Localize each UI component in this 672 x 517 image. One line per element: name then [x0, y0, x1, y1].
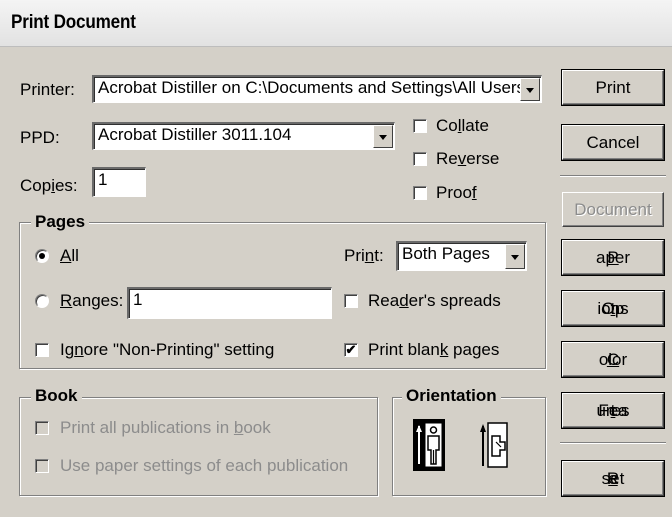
- chevron-down-icon[interactable]: [373, 125, 393, 148]
- collate-checkbox[interactable]: [413, 119, 427, 133]
- print-scope-label: Print:: [344, 246, 384, 265]
- ppd-select[interactable]: Acrobat Distiller 3011.104: [92, 122, 395, 150]
- book-group: [19, 397, 378, 496]
- options-button[interactable]: Op t ions: [562, 291, 664, 326]
- printer-label: Printer:: [20, 80, 75, 99]
- ranges-input[interactable]: 1: [127, 287, 332, 319]
- title-bar: Print Document: [0, 0, 672, 47]
- reverse-checkbox[interactable]: [413, 152, 427, 166]
- paper-button[interactable]: Paper: [562, 240, 664, 275]
- print-all-publications-checkbox[interactable]: [35, 421, 49, 435]
- ranges-radio[interactable]: [35, 294, 49, 308]
- print-scope-select[interactable]: Both Pages: [396, 241, 527, 271]
- ppd-value: Acrobat Distiller 3011.104: [98, 125, 292, 144]
- print-blank-checkbox[interactable]: ✔: [344, 343, 358, 357]
- chevron-down-icon[interactable]: [505, 244, 525, 269]
- copies-label: Copies:: [20, 176, 78, 195]
- print-button[interactable]: Print: [562, 70, 664, 105]
- reset-button[interactable]: Re set: [562, 461, 664, 496]
- print-all-publications-label: Print all publications in book: [60, 418, 271, 437]
- chevron-down-icon[interactable]: [520, 78, 540, 101]
- ranges-label: Ranges:: [60, 291, 124, 310]
- document-button[interactable]: Document: [562, 192, 664, 227]
- printer-select[interactable]: Acrobat Distiller on C:\Documents and Se…: [92, 75, 542, 103]
- print-blank-label: Print blank pages: [368, 340, 500, 359]
- all-pages-label: All: [60, 246, 79, 265]
- readers-spreads-checkbox[interactable]: [344, 294, 358, 308]
- book-group-title: Book: [31, 386, 82, 406]
- use-paper-settings-label: Use paper settings of each publication: [60, 456, 349, 475]
- pages-group-title: Pages: [31, 212, 90, 232]
- readers-spreads-label: Reader's spreads: [368, 291, 501, 310]
- portrait-orientation-icon[interactable]: [413, 419, 445, 471]
- landscape-orientation-icon[interactable]: [479, 420, 509, 470]
- separator: [560, 442, 666, 444]
- collate-label: Collate: [436, 116, 489, 135]
- proof-label: Proof: [436, 183, 477, 202]
- color-button[interactable]: Color: [562, 342, 664, 377]
- cancel-button[interactable]: Cancel: [562, 125, 664, 160]
- ignore-nonprinting-label: Ignore "Non-Printing" setting: [60, 340, 275, 359]
- separator: [560, 175, 666, 177]
- ppd-label: PPD:: [20, 128, 60, 147]
- reverse-label: Reverse: [436, 149, 500, 168]
- window-title: Print Document: [11, 12, 136, 33]
- print-dialog: Print Document Printer: Acrobat Distille…: [0, 0, 672, 517]
- ignore-nonprinting-checkbox[interactable]: [35, 343, 49, 357]
- copies-input[interactable]: 1: [92, 167, 146, 197]
- orientation-group-title: Orientation: [402, 386, 501, 406]
- use-paper-settings-checkbox[interactable]: [35, 459, 49, 473]
- printer-value: Acrobat Distiller on C:\Documents and Se…: [98, 78, 526, 97]
- all-pages-radio[interactable]: [35, 249, 49, 263]
- features-button[interactable]: Fea t ures: [562, 393, 664, 428]
- print-scope-value: Both Pages: [402, 244, 490, 263]
- proof-checkbox[interactable]: [413, 186, 427, 200]
